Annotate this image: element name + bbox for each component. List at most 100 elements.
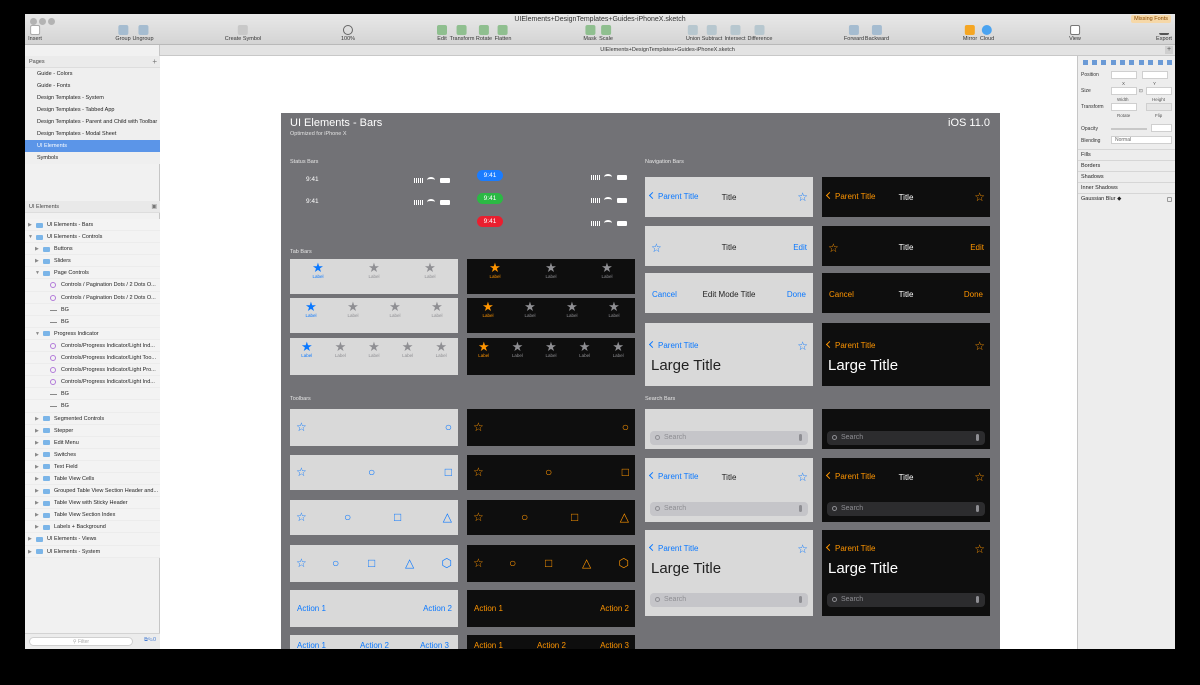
star-icon[interactable]: ☆ bbox=[473, 420, 484, 434]
disclosure-closed-icon[interactable]: ▶ bbox=[35, 521, 39, 532]
search-field[interactable]: Search bbox=[827, 593, 985, 607]
star-icon[interactable]: ☆ bbox=[797, 190, 808, 204]
cancel-button[interactable]: Cancel bbox=[829, 290, 854, 299]
edit-button[interactable]: Edit bbox=[970, 243, 984, 252]
layer-row[interactable]: Controls / Pagination Dots / 2 Dots O... bbox=[25, 279, 160, 292]
page-item[interactable]: UI Elements bbox=[25, 140, 160, 152]
star-icon[interactable]: ☆ bbox=[296, 556, 307, 570]
square-icon[interactable]: □ bbox=[622, 465, 629, 479]
back-button[interactable]: Parent Title bbox=[825, 340, 875, 350]
circle-icon[interactable]: ○ bbox=[344, 510, 351, 524]
align-right-icon[interactable] bbox=[1101, 60, 1106, 65]
hexagon-icon[interactable]: ⬡ bbox=[619, 556, 629, 570]
disclosure-closed-icon[interactable]: ▶ bbox=[35, 461, 39, 472]
height-field[interactable] bbox=[1146, 87, 1172, 95]
page-item[interactable]: Guide - Fonts bbox=[25, 80, 160, 92]
disclosure-closed-icon[interactable]: ▶ bbox=[28, 533, 32, 544]
filter-options-icon[interactable]: ⧉✎0 bbox=[144, 637, 156, 644]
star-icon[interactable]: ☆ bbox=[974, 542, 985, 556]
layer-row[interactable]: Controls/Progress Indicator/Light Ind... bbox=[25, 339, 160, 353]
tab-bar-3[interactable]: ★ Label ★ Label ★ Label bbox=[290, 259, 458, 294]
layer-row[interactable]: BG bbox=[25, 303, 160, 316]
collapse-layers-icon[interactable]: ▣ bbox=[151, 201, 157, 213]
page-item[interactable]: Design Templates - Parent and Child with… bbox=[25, 116, 160, 128]
toolbar-3-actions-dark[interactable]: Action 1 Action 2 Action 3 bbox=[467, 635, 635, 649]
hexagon-icon[interactable]: ⬡ bbox=[442, 556, 452, 570]
disclosure-closed-icon[interactable]: ▶ bbox=[28, 219, 32, 230]
tab-item[interactable]: ★ Label bbox=[362, 340, 386, 358]
layer-row[interactable]: ▶ Buttons bbox=[25, 243, 160, 256]
zoom-control[interactable]: 100% bbox=[341, 25, 355, 42]
layer-row[interactable]: Controls / Pagination Dots / 2 Dots O... bbox=[25, 291, 160, 304]
edit-button[interactable]: Edit bbox=[793, 243, 807, 252]
tab-item[interactable]: ★ Label bbox=[295, 340, 319, 358]
square-icon[interactable]: □ bbox=[368, 556, 375, 570]
done-button[interactable]: Done bbox=[964, 290, 983, 299]
nav-bar-with-search[interactable]: Parent Title Title ☆ Search bbox=[645, 458, 813, 522]
new-tab-icon[interactable]: + bbox=[1165, 46, 1173, 54]
action-1-button[interactable]: Action 1 bbox=[297, 604, 326, 613]
tab-bar-5-dark[interactable]: ★ Label ★ Label ★ Label ★ Label ★ Label bbox=[467, 338, 635, 375]
circle-icon[interactable]: ○ bbox=[545, 465, 552, 479]
disclosure-closed-icon[interactable]: ▶ bbox=[35, 413, 39, 424]
toolbar-2-actions-dark[interactable]: Action 1 Action 2 bbox=[467, 590, 635, 627]
star-icon[interactable]: ☆ bbox=[296, 465, 307, 479]
action-1-button[interactable]: Action 1 bbox=[297, 641, 326, 649]
filter-input[interactable]: ⚲ Filter bbox=[29, 637, 133, 646]
large-title-with-search-dark[interactable]: Parent Title ☆ Large Title Search bbox=[822, 530, 990, 616]
inner-shadows-section[interactable]: Inner Shadows bbox=[1078, 182, 1175, 193]
layer-row[interactable]: ▼ UI Elements - Controls bbox=[25, 231, 160, 244]
back-button[interactable]: Parent Title bbox=[825, 543, 875, 553]
tab-item[interactable]: ★ Label bbox=[425, 300, 449, 318]
action-2-button[interactable]: Action 2 bbox=[600, 604, 629, 613]
microphone-icon[interactable] bbox=[976, 505, 979, 512]
search-field[interactable]: Search bbox=[650, 593, 808, 607]
tab-bar-4[interactable]: ★ Label ★ Label ★ Label ★ Label bbox=[290, 298, 458, 333]
tab-item[interactable]: ★ Label bbox=[602, 300, 626, 318]
star-icon[interactable]: ☆ bbox=[651, 241, 662, 255]
toolbar-4-items[interactable]: ☆ ○ □ △ bbox=[290, 500, 458, 535]
difference-button[interactable]: Difference bbox=[748, 25, 772, 42]
layer-row[interactable]: ▶ Sliders bbox=[25, 255, 160, 268]
action-3-button[interactable]: Action 3 bbox=[420, 641, 449, 649]
add-page-icon[interactable]: + bbox=[152, 56, 157, 68]
nav-bar-large-title[interactable]: Parent Title ☆ Large Title bbox=[645, 323, 813, 386]
gaussian-blur-checkbox[interactable] bbox=[1167, 197, 1172, 202]
tab-item[interactable]: ★ Label bbox=[429, 340, 453, 358]
page-item[interactable]: Symbols bbox=[25, 152, 160, 164]
layer-row[interactable]: BG bbox=[25, 388, 160, 401]
x-field[interactable] bbox=[1111, 71, 1137, 79]
search-field[interactable]: Search bbox=[650, 431, 808, 445]
triangle-icon[interactable]: △ bbox=[582, 556, 591, 570]
triangle-icon[interactable]: △ bbox=[405, 556, 414, 570]
disclosure-closed-icon[interactable]: ▶ bbox=[35, 449, 39, 460]
disclosure-closed-icon[interactable]: ▶ bbox=[35, 509, 39, 520]
mirror-button[interactable]: Mirror bbox=[963, 25, 977, 42]
disclosure-closed-icon[interactable]: ▶ bbox=[35, 437, 39, 448]
scale-button[interactable]: Scale bbox=[599, 25, 613, 42]
triangle-icon[interactable]: △ bbox=[443, 510, 452, 524]
layer-row[interactable]: ▶ UI Elements - System bbox=[25, 545, 160, 558]
tab-item[interactable]: ★ Label bbox=[299, 300, 323, 318]
toolbar-3-items-dark[interactable]: ☆ ○ □ bbox=[467, 455, 635, 490]
nav-bar-large-title-dark[interactable]: Parent Title ☆ Large Title bbox=[822, 323, 990, 386]
action-1-button[interactable]: Action 1 bbox=[474, 604, 503, 613]
layer-row[interactable]: Controls/Progress Indicator/Light Ind... bbox=[25, 376, 160, 389]
tab-item[interactable]: ★ Label bbox=[341, 300, 365, 318]
status-bar[interactable]: 9:41 bbox=[467, 216, 637, 232]
tab-item[interactable]: ★ Label bbox=[472, 340, 496, 358]
flip-buttons[interactable] bbox=[1146, 103, 1172, 111]
toolbar-2-actions[interactable]: Action 1 Action 2 bbox=[290, 590, 458, 627]
lock-icon[interactable]: ⊡ bbox=[1139, 88, 1143, 94]
tab-item[interactable]: ★ Label bbox=[539, 340, 563, 358]
layer-row[interactable]: ▶ Grouped Table View Section Header and..… bbox=[25, 485, 160, 498]
toolbar-3-actions[interactable]: Action 1 Action 2 Action 3 bbox=[290, 635, 458, 649]
tab-item[interactable]: ★ Label bbox=[483, 261, 507, 279]
large-title-with-search[interactable]: Parent Title ☆ Large Title Search bbox=[645, 530, 813, 616]
back-button[interactable]: Parent Title bbox=[648, 191, 698, 201]
tab-bar-3-dark[interactable]: ★ Label ★ Label ★ Label bbox=[467, 259, 635, 294]
width-field[interactable] bbox=[1111, 87, 1137, 95]
ungroup-button[interactable]: Ungroup bbox=[132, 25, 154, 42]
circle-icon[interactable]: ○ bbox=[368, 465, 375, 479]
triangle-icon[interactable]: △ bbox=[620, 510, 629, 524]
